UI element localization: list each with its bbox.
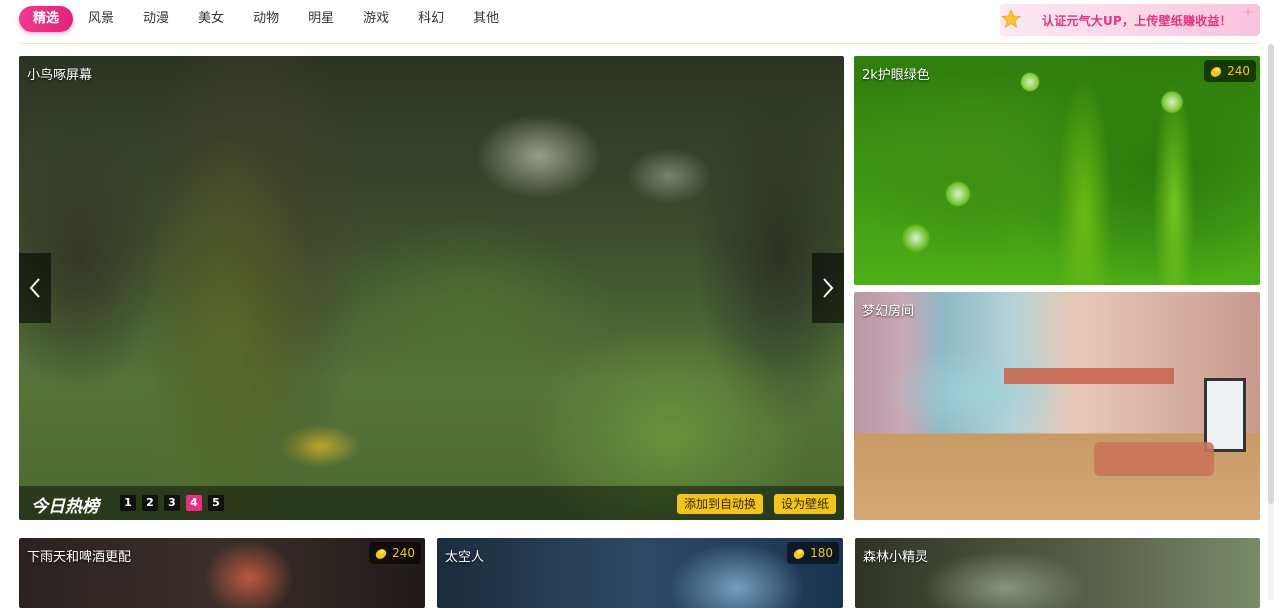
hero-title: 小鸟啄屏幕 [27, 68, 93, 83]
upload-promo-banner[interactable]: 认证元气大UP，上传壁纸赚收益！ [1000, 4, 1260, 36]
tab-beauty[interactable]: 美女 [198, 6, 224, 32]
price-value: 180 [810, 546, 833, 560]
wallpaper-title: 太空人 [445, 550, 485, 565]
wallpaper-thumbnail [437, 538, 843, 608]
tab-celebrities[interactable]: 明星 [308, 6, 334, 32]
carousel-next-button[interactable] [812, 253, 844, 323]
carousel-page-4[interactable]: 4 [186, 495, 202, 511]
wallpaper-card-rain[interactable]: 下雨天和啤酒更配 240 [19, 538, 425, 608]
carousel-footer: 今日热榜 1 2 3 4 5 添加到自动换 设为壁纸 [19, 486, 844, 520]
hero-carousel[interactable]: 小鸟啄屏幕 今日热榜 1 2 3 4 5 添加到自动换 设为壁纸 [19, 56, 844, 520]
tab-anime[interactable]: 动漫 [143, 6, 169, 32]
wallpaper-card-astronaut[interactable]: 太空人 180 [437, 538, 843, 608]
scrollbar-thumb[interactable] [1268, 44, 1274, 504]
wallpaper-title: 梦幻房间 [862, 304, 915, 319]
price-value: 240 [392, 546, 415, 560]
price-badge: 240 [369, 542, 421, 564]
tab-other[interactable]: 其他 [473, 6, 499, 32]
hot-list-label: 今日热榜 [31, 497, 99, 517]
chevron-right-icon [823, 278, 834, 298]
star-icon [1001, 8, 1021, 28]
hero-image [19, 56, 844, 520]
page-scrollbar[interactable] [1268, 44, 1274, 600]
room-screen [1204, 378, 1246, 452]
wallpaper-title: 森林小精灵 [863, 550, 929, 565]
coin-icon [375, 549, 387, 559]
wallpaper-thumbnail [854, 292, 1260, 520]
set-wallpaper-button[interactable]: 设为壁纸 [774, 494, 837, 514]
tab-animals[interactable]: 动物 [253, 6, 279, 32]
coin-icon [793, 549, 805, 559]
tab-games[interactable]: 游戏 [363, 6, 389, 32]
carousel-pagination: 1 2 3 4 5 [120, 495, 230, 511]
carousel-page-3[interactable]: 3 [164, 495, 180, 511]
top-nav: 精选 风景 动漫 美女 动物 明星 游戏 科幻 其他 认证元气大UP，上传壁纸赚… [0, 0, 1280, 44]
price-value: 240 [1227, 64, 1250, 78]
nav-divider [19, 43, 1260, 44]
wallpaper-title: 2k护眼绿色 [862, 68, 930, 83]
promo-text: 认证元气大UP，上传壁纸赚收益！ [1042, 14, 1232, 28]
wallpaper-card-grass[interactable]: 2k护眼绿色 240 [854, 56, 1260, 285]
carousel-page-2[interactable]: 2 [142, 495, 158, 511]
carousel-page-5[interactable]: 5 [208, 495, 224, 511]
chevron-left-icon [29, 278, 40, 298]
sparkle-icon [1242, 6, 1254, 18]
add-to-auto-switch-button[interactable]: 添加到自动换 [677, 494, 764, 514]
carousel-page-1[interactable]: 1 [120, 495, 136, 511]
tab-scifi[interactable]: 科幻 [418, 6, 444, 32]
tab-scenery[interactable]: 风景 [88, 6, 114, 32]
category-tabs: 精选 风景 动漫 美女 动物 明星 游戏 科幻 其他 [19, 6, 528, 32]
tab-featured[interactable]: 精选 [19, 6, 74, 32]
price-badge: 180 [787, 542, 839, 564]
room-loft [1004, 368, 1174, 384]
coin-icon [1210, 67, 1222, 77]
wallpaper-card-room[interactable]: 梦幻房间 [854, 292, 1260, 520]
carousel-prev-button[interactable] [19, 253, 51, 323]
wallpaper-card-forest[interactable]: 森林小精灵 [855, 538, 1260, 608]
wallpaper-thumbnail [854, 56, 1260, 285]
price-badge: 240 [1204, 60, 1256, 82]
room-sofa [1094, 442, 1214, 476]
wallpaper-title: 下雨天和啤酒更配 [27, 550, 132, 565]
